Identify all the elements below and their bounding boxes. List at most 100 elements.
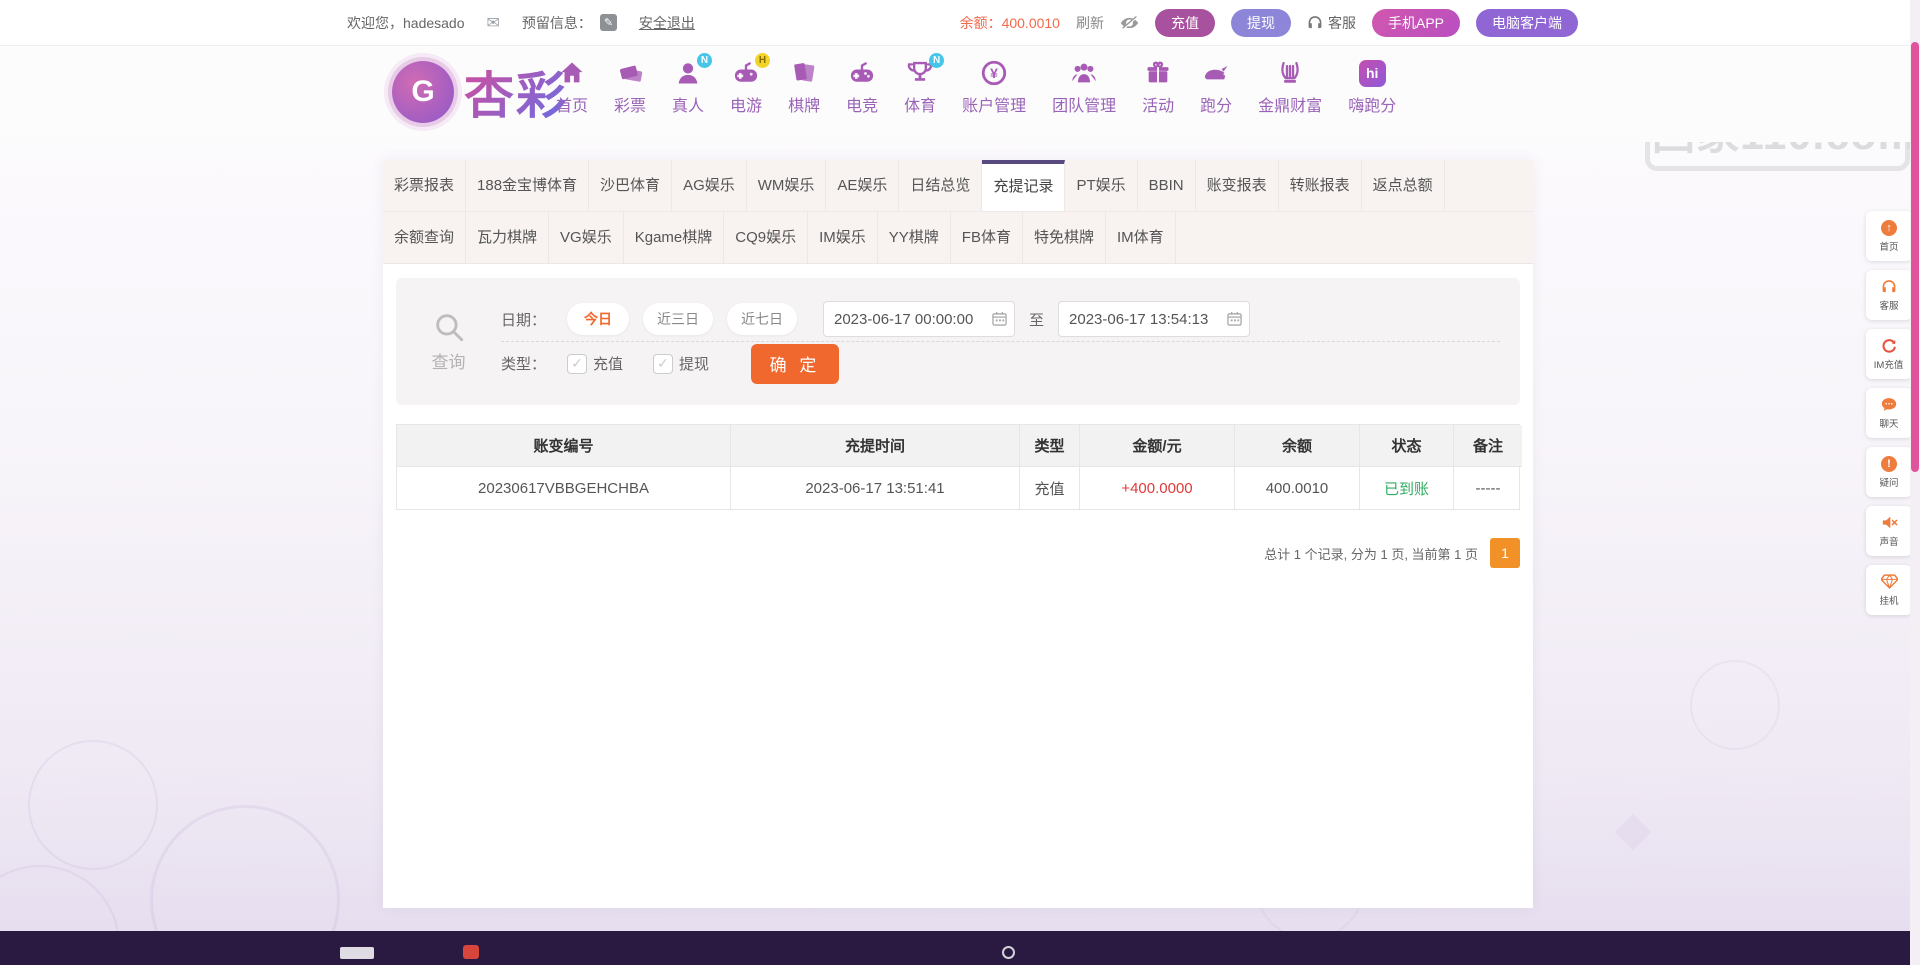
page-scrollbar[interactable] <box>1910 0 1920 965</box>
nav-label: 账户管理 <box>962 92 1026 116</box>
sidebar-item-chat[interactable]: 聊天 <box>1866 388 1912 438</box>
tab-kgame[interactable]: Kgame棋牌 <box>624 212 725 263</box>
nav-item-promotions[interactable]: 活动 <box>1142 58 1174 116</box>
date-from-input[interactable] <box>823 301 1015 337</box>
sidebar-item-question[interactable]: ! 疑问 <box>1866 447 1912 497</box>
harp-icon <box>1275 58 1305 88</box>
nav-item-team[interactable]: 团队管理 <box>1052 58 1116 116</box>
recharge-c-icon <box>1881 337 1897 354</box>
quick-today-pill[interactable]: 今日 <box>567 303 629 335</box>
tab-im-games[interactable]: IM娱乐 <box>808 212 878 263</box>
nav-item-live[interactable]: N 真人 <box>672 58 704 116</box>
nav-item-home[interactable]: 首页 <box>556 58 588 116</box>
scrollbar-thumb[interactable] <box>1911 42 1919 472</box>
deposit-checkbox[interactable]: ✓ <box>567 354 587 374</box>
cell-remark: ----- <box>1454 467 1522 509</box>
tab-account-change-report[interactable]: 账变报表 <box>1196 160 1279 211</box>
withdraw-checkbox-group[interactable]: ✓ 提现 <box>653 353 709 374</box>
logo-text: 杏彩 <box>464 56 568 128</box>
footer-logo-mark <box>340 947 374 959</box>
gem-icon <box>1881 573 1898 590</box>
sidebar-item-label: 客服 <box>1880 297 1899 311</box>
pc-client-button[interactable]: 电脑客户端 <box>1476 9 1578 37</box>
edit-pencil-icon[interactable]: ✎ <box>600 14 617 31</box>
customer-service-link[interactable]: 客服 <box>1307 13 1356 33</box>
mobile-app-button[interactable]: 手机APP <box>1372 9 1460 37</box>
lottery-ticket-icon <box>615 58 645 88</box>
search-icon <box>432 310 466 344</box>
tab-shaba-sport[interactable]: 沙巴体育 <box>589 160 672 211</box>
tab-fb-sport[interactable]: FB体育 <box>951 212 1023 263</box>
site-logo[interactable]: G 杏彩 <box>392 56 568 128</box>
nav-item-account[interactable]: ¥ 账户管理 <box>962 58 1026 116</box>
tab-ag[interactable]: AG娱乐 <box>672 160 747 211</box>
withdraw-button[interactable]: 提现 <box>1231 9 1291 37</box>
tab-transfer-report[interactable]: 转账报表 <box>1279 160 1362 211</box>
exclamation-icon: ! <box>1881 455 1897 472</box>
gift-icon <box>1143 58 1173 88</box>
nav-label: 嗨跑分 <box>1348 92 1396 116</box>
refresh-link[interactable]: 刷新 <box>1076 13 1104 33</box>
float-sidebar: ↑ 首页 客服 IM充值 聊天 ! 疑问 声音 挂机 <box>1866 211 1912 615</box>
query-column: 查询 <box>396 278 501 405</box>
envelope-icon[interactable]: ✉ <box>487 13 500 33</box>
tab-im-sport[interactable]: IM体育 <box>1106 212 1176 263</box>
tab-188-sport[interactable]: 188金宝博体育 <box>466 160 589 211</box>
cell-type: 充值 <box>1020 467 1080 509</box>
sidebar-item-home[interactable]: ↑ 首页 <box>1866 211 1912 261</box>
nav-item-sports[interactable]: N 体育 <box>904 58 936 116</box>
filter-panel: 查询 日期： 今日 近三日 近七日 至 类型： <box>396 278 1520 405</box>
calendar-icon[interactable] <box>992 311 1007 331</box>
withdraw-checkbox[interactable]: ✓ <box>653 354 673 374</box>
tab-vg[interactable]: VG娱乐 <box>549 212 624 263</box>
tab-row-1: 彩票报表 188金宝博体育 沙巴体育 AG娱乐 WM娱乐 AE娱乐 日结总览 充… <box>383 160 1533 212</box>
calendar-icon[interactable] <box>1227 311 1242 331</box>
footer-circle-mark <box>1002 946 1015 959</box>
nav-item-lottery[interactable]: 彩票 <box>614 58 646 116</box>
logout-link[interactable]: 安全退出 <box>639 13 695 33</box>
tab-daily-summary[interactable]: 日结总览 <box>899 160 982 211</box>
cell-status: 已到账 <box>1360 467 1454 509</box>
quick-3days-pill[interactable]: 近三日 <box>643 303 713 335</box>
nav-item-slots[interactable]: H 电游 <box>730 58 762 116</box>
quick-7days-pill[interactable]: 近七日 <box>727 303 797 335</box>
tab-deposit-withdraw-records[interactable]: 充提记录 <box>982 160 1065 211</box>
sidebar-item-idle[interactable]: 挂机 <box>1866 565 1912 615</box>
tab-ae[interactable]: AE娱乐 <box>826 160 899 211</box>
sidebar-item-service[interactable]: 客服 <box>1866 270 1912 320</box>
nav-item-jinding[interactable]: 金鼎财富 <box>1258 58 1322 116</box>
date-label: 日期： <box>501 309 553 330</box>
pagination: 总计 1 个记录, 分为 1 页, 当前第 1 页 1 <box>383 538 1520 568</box>
tab-yy[interactable]: YY棋牌 <box>878 212 951 263</box>
nav-badge: N <box>929 53 944 68</box>
page-1-button[interactable]: 1 <box>1490 538 1520 568</box>
deposit-checkbox-group[interactable]: ✓ 充值 <box>567 353 623 374</box>
deposit-button[interactable]: 充值 <box>1155 9 1215 37</box>
deposit-checkbox-label: 充值 <box>593 353 623 374</box>
sidebar-item-sound[interactable]: 声音 <box>1866 506 1912 556</box>
footer-badge-mark <box>463 945 479 959</box>
tab-bbin[interactable]: BBIN <box>1138 160 1196 211</box>
tab-lottery-report[interactable]: 彩票报表 <box>383 160 466 211</box>
tab-wali[interactable]: 瓦力棋牌 <box>466 212 549 263</box>
to-label: 至 <box>1029 309 1044 330</box>
date-to-input[interactable] <box>1058 301 1250 337</box>
tab-balance-query[interactable]: 余额查询 <box>383 212 466 263</box>
eye-off-icon[interactable] <box>1120 16 1139 30</box>
tab-cq9[interactable]: CQ9娱乐 <box>724 212 808 263</box>
decor-circle <box>1690 660 1780 750</box>
tab-pt[interactable]: PT娱乐 <box>1065 160 1137 211</box>
col-header-amount: 金额/元 <box>1080 425 1235 467</box>
svg-text:¥: ¥ <box>990 65 998 81</box>
nav-item-esports[interactable]: 电竞 <box>846 58 878 116</box>
nav-label: 活动 <box>1142 92 1174 116</box>
sidebar-item-im-recharge[interactable]: IM充值 <box>1866 329 1912 379</box>
nav-label: 真人 <box>672 92 704 116</box>
nav-item-paofen[interactable]: 跑分 <box>1200 58 1232 116</box>
tab-wm[interactable]: WM娱乐 <box>747 160 827 211</box>
tab-rebate-total[interactable]: 返点总额 <box>1362 160 1445 211</box>
tab-temian[interactable]: 特免棋牌 <box>1023 212 1106 263</box>
nav-item-boardgames[interactable]: 棋牌 <box>788 58 820 116</box>
nav-item-hipaofen[interactable]: hi 嗨跑分 <box>1348 58 1396 116</box>
confirm-button[interactable]: 确 定 <box>751 344 839 384</box>
